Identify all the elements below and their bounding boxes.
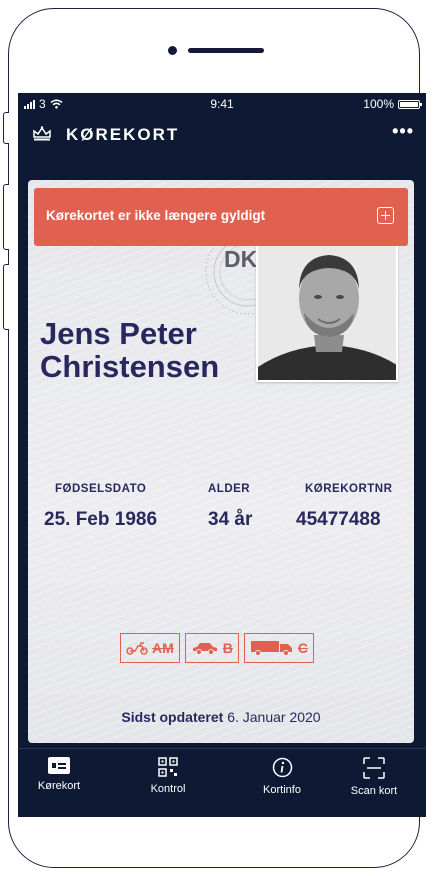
- seal-country-code: DK: [224, 246, 258, 272]
- side-button-volume-down: [3, 264, 9, 330]
- status-bar: 3 9:41 100%: [18, 93, 426, 115]
- portrait-image: [258, 239, 396, 380]
- last-updated-label: Sidst opdateret: [121, 709, 224, 725]
- tab-korekort[interactable]: Kørekort: [19, 757, 99, 792]
- battery-percent: 100%: [363, 97, 394, 111]
- app-title: KØREKORT: [66, 125, 180, 144]
- side-button-volume-up: [3, 184, 9, 250]
- license-card-icon: [48, 757, 70, 774]
- tab-scan-kort[interactable]: Scan kort: [334, 757, 414, 797]
- side-button-silent: [3, 112, 9, 144]
- license-number-value: 45477488: [296, 509, 381, 530]
- last-updated-date: 6. Januar 2020: [227, 709, 321, 725]
- category-b: B: [184, 633, 239, 663]
- tab-scan-kort-label: Scan kort: [350, 785, 398, 797]
- category-b-code: B: [222, 640, 233, 656]
- tab-kortinfo-label: Kortinfo: [263, 784, 301, 796]
- license-card: DK Kørekortet er ikke længere gyldigt Je…: [28, 180, 414, 743]
- category-c-code: C: [297, 640, 309, 656]
- tab-kontrol[interactable]: Kontrol: [128, 757, 208, 795]
- holder-name-line2: Christensen: [40, 349, 220, 384]
- holder-name: Jens Peter Christensen: [40, 317, 219, 383]
- license-number-label: KØREKORTNR: [305, 483, 393, 495]
- tab-kontrol-label: Kontrol: [150, 783, 186, 795]
- battery-icon: [398, 99, 422, 109]
- category-c: C: [243, 633, 315, 663]
- last-updated: Sidst opdateret 6. Januar 2020: [28, 709, 414, 725]
- expand-plus-icon[interactable]: [377, 207, 394, 224]
- age-label: ALDER: [208, 483, 251, 495]
- holder-photo: [256, 237, 398, 382]
- front-camera: [168, 46, 177, 55]
- tab-bar: Kørekort Kontrol Kortinfo Scan kort: [18, 748, 426, 817]
- qr-code-icon: [158, 757, 178, 777]
- birthdate-value: 25. Feb 1986: [44, 509, 158, 530]
- tab-korekort-label: Kørekort: [37, 780, 81, 792]
- license-categories: AM B C: [120, 633, 315, 663]
- truck-icon: [250, 641, 292, 656]
- info-icon: [272, 757, 292, 778]
- invalid-license-banner[interactable]: Kørekortet er ikke længere gyldigt: [34, 188, 408, 246]
- scan-icon: [363, 757, 385, 779]
- more-menu-button[interactable]: •••: [392, 121, 414, 142]
- app-bar: KØREKORT •••: [18, 115, 426, 165]
- tab-kortinfo[interactable]: Kortinfo: [242, 757, 322, 796]
- crown-icon: [33, 126, 51, 141]
- moped-icon: [126, 642, 148, 655]
- earpiece-speaker: [188, 48, 264, 53]
- banner-text: Kørekortet er ikke længere gyldigt: [46, 208, 266, 223]
- category-am-code: AM: [152, 640, 174, 656]
- car-icon: [192, 643, 217, 655]
- birthdate-label: FØDSELSDATO: [55, 483, 147, 495]
- age-value: 34 år: [208, 509, 253, 530]
- holder-name-line1: Jens Peter: [40, 316, 197, 351]
- category-am: AM: [120, 633, 180, 663]
- app-screen: 3 9:41 100% KØREKORT ••• DK Kørekortet e…: [18, 93, 426, 817]
